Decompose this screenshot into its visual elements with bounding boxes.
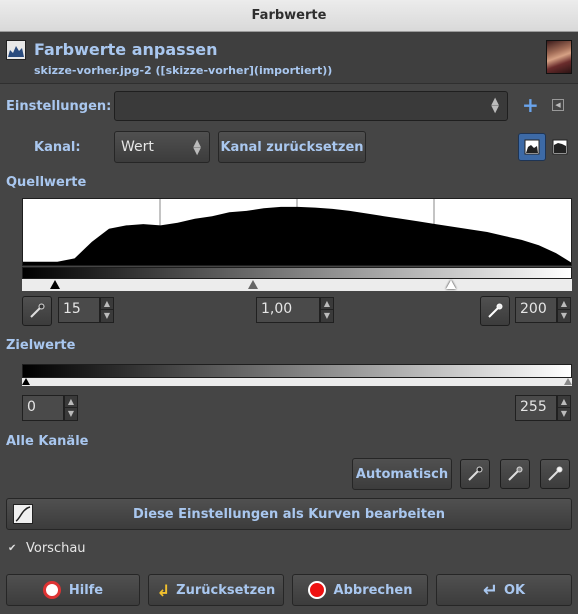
eyedropper-icon [508,466,523,481]
input-slider-track[interactable] [22,279,572,291]
auto-white-picker[interactable] [540,459,570,489]
output-high-spin[interactable]: 255 [515,395,557,421]
input-low-stepper[interactable]: ▲ ▼ [100,297,114,323]
chevron-updown-icon: ▲ ▼ [193,138,201,157]
preview-label: Vorschau [26,541,86,556]
output-high-stepper[interactable]: ▲ ▼ [557,395,571,421]
output-low-handle[interactable] [22,378,30,385]
ok-label: OK [503,582,526,598]
settings-label: Einstellungen: [6,99,112,114]
eyedropper-icon [468,466,483,481]
cancel-button[interactable]: Abbrechen [292,574,428,606]
image-thumbnail [546,40,572,74]
dialog-title: Farbwerte anpassen [34,40,218,59]
input-gradient [22,267,572,279]
output-slider-track[interactable] [22,378,572,386]
channel-value: Wert [121,139,154,155]
add-preset-icon[interactable]: + [522,95,539,115]
auto-black-picker[interactable] [460,459,490,489]
input-gamma-handle[interactable] [248,280,258,289]
input-high-handle[interactable] [446,280,456,289]
channel-label: Kanal: [34,140,81,155]
linear-histogram-icon [524,139,540,155]
help-icon [42,581,61,599]
settings-combo[interactable]: ▲ ▼ [114,91,508,121]
linear-histogram-button[interactable] [518,133,546,161]
channel-combo[interactable]: Wert ▲ ▼ [114,131,210,163]
white-point-picker[interactable] [480,296,510,326]
auto-button[interactable]: Automatisch [352,458,452,490]
edit-as-curves-label: Diese Einstellungen als Kurven bearbeite… [132,506,446,522]
cancel-label: Abbrechen [333,582,413,598]
window-title: Farbwerte [0,0,578,32]
ok-icon: ↵ [482,579,498,601]
image-name: skizze-vorher.jpg-2 ([skizze-vorher](imp… [34,64,333,77]
output-high-handle[interactable] [564,378,572,385]
chevron-updown-icon: ▲ ▼ [491,96,499,115]
histogram [22,198,572,266]
ok-button[interactable]: ↵ OK [436,574,572,606]
eyedropper-icon [30,303,45,318]
reset-label: Zurücksetzen [176,582,276,598]
histogram-chart [23,199,571,265]
log-histogram-button[interactable] [550,137,570,157]
input-gamma-stepper[interactable]: ▲ ▼ [320,297,334,323]
help-button[interactable]: Hilfe [6,574,140,606]
help-label: Hilfe [68,582,104,598]
channel-reset-button[interactable]: Kanal zurücksetzen [218,131,366,163]
menu-arrow-icon[interactable]: ◀ [552,99,564,111]
auto-gray-picker[interactable] [500,459,530,489]
output-low-spin[interactable]: 0 [22,395,64,421]
output-levels-label: Zielwerte [6,338,76,353]
input-levels-label: Quellwerte [6,175,87,190]
input-high-stepper[interactable]: ▲ ▼ [557,297,571,323]
preview-checkbox[interactable]: ✔ [8,544,18,554]
reset-icon: ↲ [156,580,171,600]
cancel-icon [307,581,326,599]
eyedropper-icon [548,466,563,481]
edit-as-curves-button[interactable]: Diese Einstellungen als Kurven bearbeite… [6,498,572,530]
input-high-spin[interactable]: 200 [515,297,557,323]
black-point-picker[interactable] [22,296,52,326]
input-low-handle[interactable] [50,280,60,289]
all-channels-label: Alle Kanäle [6,434,89,449]
histogram-area [23,206,571,265]
levels-icon [6,40,26,60]
input-gamma-spin[interactable]: 1,00 [256,297,320,323]
reset-button[interactable]: ↲ Zurücksetzen [148,574,284,606]
eyedropper-icon [488,303,503,318]
output-low-stepper[interactable]: ▲ ▼ [64,395,78,421]
input-low-spin[interactable]: 15 [58,297,100,323]
curves-icon [13,504,33,524]
log-histogram-icon [552,139,568,155]
output-gradient [22,364,572,378]
